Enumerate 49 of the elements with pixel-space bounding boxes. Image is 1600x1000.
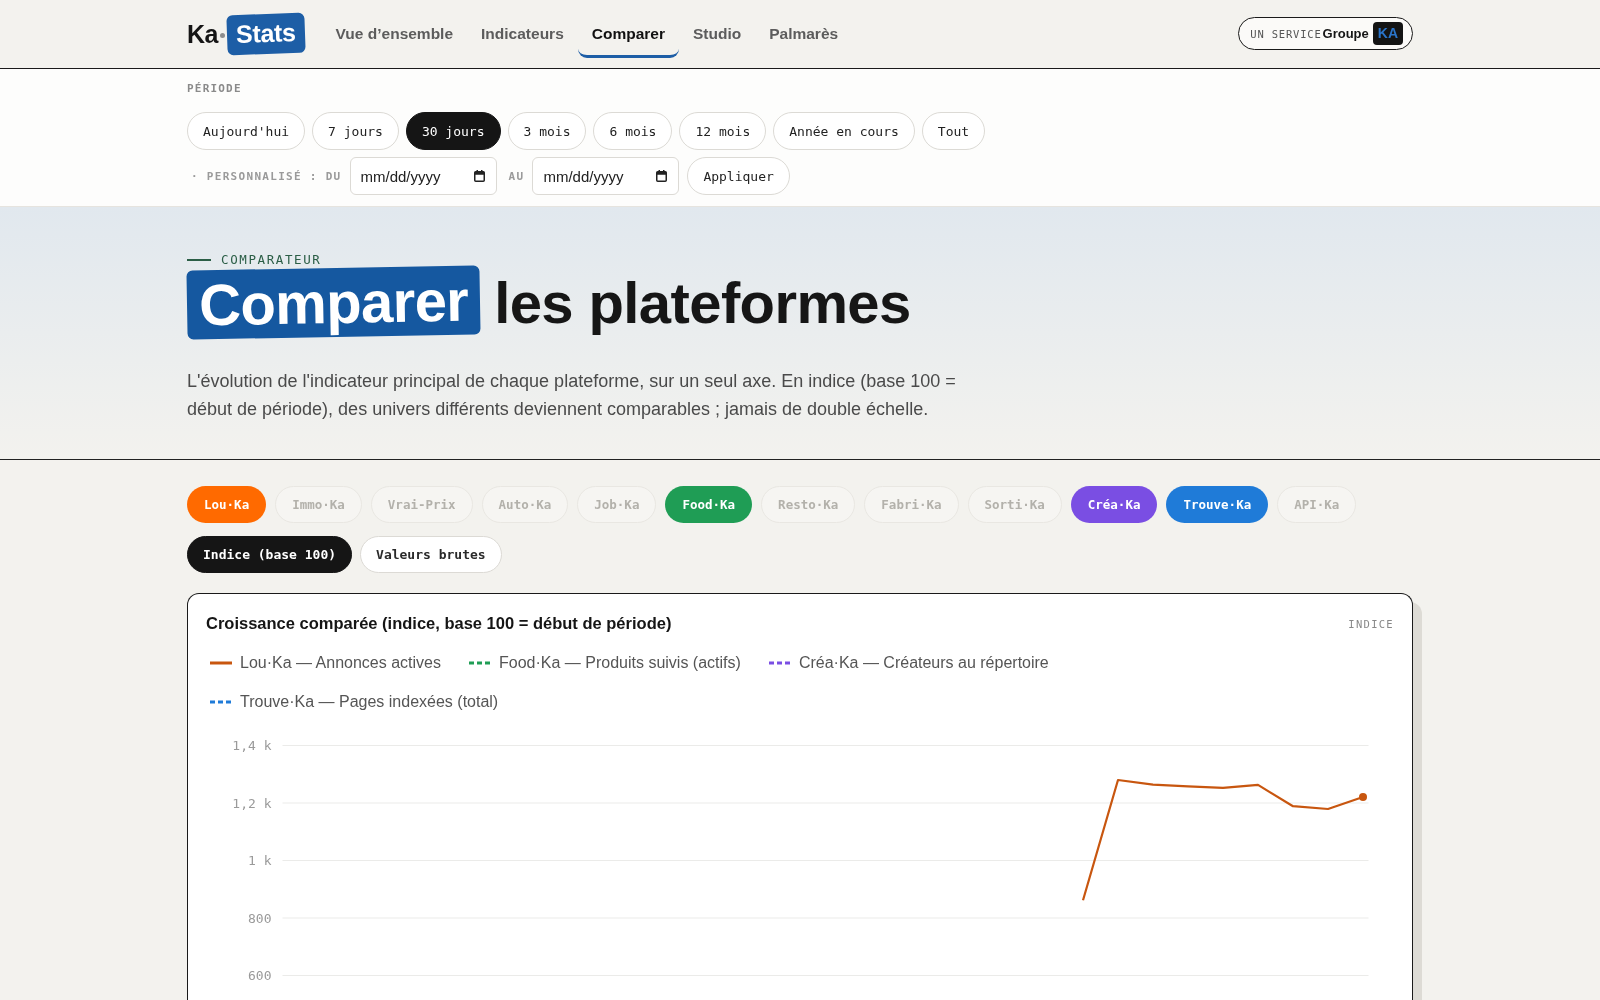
range-separator-label: AU [508, 169, 525, 183]
nav-tab[interactable]: Comparer [577, 12, 679, 58]
y-tick-label: 1 k [248, 852, 272, 868]
chart-title: Croissance comparée (indice, base 100 = début de période) [206, 614, 672, 633]
eyebrow-text: COMPARATEUR [221, 252, 322, 268]
period-option[interactable]: Aujourd'hui [187, 112, 306, 150]
title-highlight: Comparer [186, 265, 481, 340]
chart-unit-label: INDICE [1348, 617, 1394, 630]
group-name: Groupe [1322, 26, 1369, 41]
apply-button[interactable]: Appliquer [687, 157, 790, 195]
platform-chip[interactable]: Créa·Ka [1070, 486, 1158, 523]
period-label: PÉRIODE [187, 82, 243, 96]
nav-tab[interactable]: Vue d’ensemble [321, 12, 468, 58]
y-tick-label: 1,4 k [232, 737, 272, 753]
period-option[interactable]: 6 mois [593, 112, 673, 150]
intro-paragraph: L'évolution de l'indicateur principal de chaque plateforme, sur un seul axe. En indice (base 100 = début de période), des univers différents deviennent comparables ; jamais de double échelle. [187, 370, 957, 421]
calendar-icon[interactable] [656, 170, 668, 182]
y-tick-label: 600 [248, 967, 272, 983]
period-option[interactable]: 7 jours [312, 112, 399, 150]
nav-tab[interactable]: Studio [679, 12, 756, 58]
period-option[interactable]: 30 jours [405, 112, 501, 150]
platform-chip[interactable]: Trouve·Ka [1166, 486, 1269, 523]
y-tick-label: 800 [248, 910, 272, 925]
nav-tab[interactable]: Palmarès [755, 12, 853, 58]
logo-text[interactable]: Ka [187, 19, 218, 49]
legend-label: Lou·Ka — Annonces actives [240, 653, 441, 672]
y-tick-label: 1,2 k [232, 795, 272, 810]
mode-toggle[interactable]: Valeurs brutes [360, 536, 502, 573]
period-option[interactable]: 3 mois [507, 112, 587, 150]
period-option[interactable]: 12 mois [679, 112, 767, 150]
group-logo-tile: KA [1372, 22, 1403, 45]
legend-label: Trouve·Ka — Pages indexées (total) [240, 692, 499, 711]
date-field[interactable]: mm/dd/yyyy [349, 157, 497, 195]
period-option[interactable]: Année en cours [773, 112, 915, 150]
service-badge[interactable]: UN SERVICEGroupe KA [1238, 17, 1413, 50]
calendar-icon[interactable] [473, 170, 485, 182]
period-option[interactable]: Tout [921, 112, 986, 150]
legend-label: Créa·Ka — Créateurs au répertoire [798, 653, 1049, 672]
mode-toggle[interactable]: Indice (base 100) [187, 536, 353, 573]
date-field[interactable]: mm/dd/yyyy [532, 157, 680, 195]
line-end-marker [1359, 792, 1367, 801]
page-title: les plateformes [494, 269, 911, 337]
custom-range-label: · PERSONNALISÉ : DU [191, 169, 342, 183]
platform-chip[interactable]: Food·Ka [665, 486, 753, 523]
nav-tab[interactable]: Indicateurs [467, 12, 578, 58]
service-label: UN SERVICE [1250, 27, 1322, 40]
logo-dot-icon [219, 33, 225, 38]
logo-tile[interactable]: Stats [226, 12, 306, 56]
legend-label: Food·Ka — Produits suivis (actifs) [499, 653, 741, 672]
